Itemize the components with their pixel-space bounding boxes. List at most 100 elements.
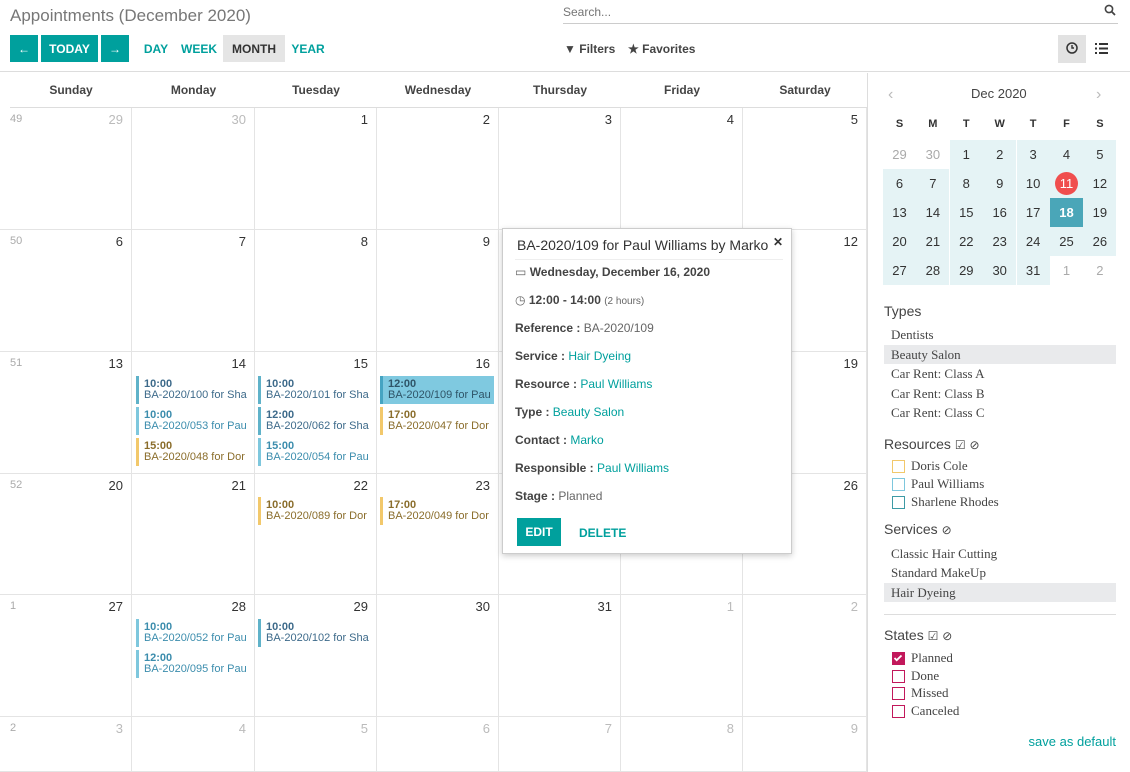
mini-day[interactable]: 1	[1050, 256, 1083, 285]
mini-day[interactable]: 7	[916, 169, 950, 198]
day-cell[interactable]: 31	[499, 595, 621, 717]
clear-icon[interactable]: ⊘	[969, 438, 979, 452]
calendar-event[interactable]: 10:00 BA-2020/100 for Sha	[136, 376, 250, 404]
checkbox[interactable]	[892, 669, 905, 683]
calendar-event[interactable]: 12:00 BA-2020/062 for Sha	[258, 407, 372, 435]
day-cell[interactable]: 29	[255, 595, 377, 717]
search-input[interactable]	[563, 2, 1083, 22]
resource-link[interactable]: Paul Williams	[580, 377, 652, 391]
resource-filter-item[interactable]: Sharlene Rhodes	[892, 494, 999, 510]
mini-day-today[interactable]: 11	[1050, 169, 1083, 198]
state-filter-item[interactable]: Planned	[892, 650, 953, 666]
mini-day[interactable]: 30	[916, 140, 949, 169]
mini-day[interactable]: 21	[916, 227, 950, 256]
mini-day[interactable]: 17	[1016, 198, 1050, 227]
day-cell[interactable]: 22	[255, 474, 377, 595]
calendar-event[interactable]: 12:00 BA-2020/095 for Pau	[136, 650, 250, 678]
day-cell[interactable]: 1	[255, 108, 377, 230]
day-cell[interactable]: 6 50	[0, 230, 132, 352]
day-cell[interactable]: 29 49	[0, 108, 132, 230]
day-cell[interactable]: 20 52	[0, 474, 132, 595]
list-view-button[interactable]	[1087, 35, 1115, 63]
state-filter-item[interactable]: Done	[892, 668, 939, 684]
mini-day[interactable]: 13	[883, 198, 916, 227]
day-cell[interactable]: 21	[132, 474, 255, 595]
type-filter-item[interactable]: Car Rent: Class B	[884, 384, 1116, 403]
mini-prev-button[interactable]: ‹	[888, 86, 893, 104]
day-cell[interactable]: 4	[621, 108, 743, 230]
type-link[interactable]: Beauty Salon	[553, 405, 624, 419]
checkbox[interactable]	[892, 477, 905, 491]
check-all-icon[interactable]: ☑	[928, 629, 939, 643]
day-cell[interactable]: 30	[377, 595, 499, 717]
mini-day[interactable]: 16	[983, 198, 1017, 227]
mini-day[interactable]: 10	[1016, 169, 1050, 198]
search-icon[interactable]	[1104, 4, 1116, 19]
day-cell[interactable]: 7	[132, 230, 255, 352]
mini-day[interactable]: 6	[883, 169, 916, 198]
day-cell[interactable]: 5	[255, 717, 377, 772]
mini-day[interactable]: 19	[1083, 198, 1117, 227]
contact-link[interactable]: Marko	[570, 433, 603, 447]
filters-button[interactable]: ▼ Filters	[564, 42, 615, 56]
mini-day[interactable]: 25	[1050, 227, 1083, 256]
mini-day[interactable]: 29	[949, 256, 983, 285]
scale-day-button[interactable]: DAY	[137, 35, 175, 62]
mini-day[interactable]: 28	[916, 256, 950, 285]
service-filter-item[interactable]: Standard MakeUp	[884, 563, 1116, 582]
calendar-event[interactable]: 17:00 BA-2020/049 for Dor	[380, 497, 494, 525]
service-filter-item[interactable]: Hair Dyeing	[884, 583, 1116, 602]
day-cell[interactable]: 8	[255, 230, 377, 352]
clear-icon[interactable]: ⊘	[942, 523, 952, 537]
calendar-event[interactable]: 10:00 BA-2020/101 for Sha	[258, 376, 372, 404]
save-as-default-link[interactable]: save as default	[1029, 734, 1116, 749]
mini-day[interactable]: 20	[883, 227, 916, 256]
resource-filter-item[interactable]: Paul Williams	[892, 476, 984, 492]
next-button[interactable]: →	[101, 35, 129, 62]
calendar-event[interactable]: 15:00 BA-2020/048 for Dor	[136, 438, 250, 466]
day-cell[interactable]: 27 1	[0, 595, 132, 717]
mini-day[interactable]: 3	[1016, 140, 1050, 169]
type-filter-item[interactable]: Car Rent: Class C	[884, 403, 1116, 422]
mini-day[interactable]: 1	[949, 140, 983, 169]
mini-day[interactable]: 31	[1016, 256, 1050, 285]
calendar-event[interactable]: 15:00 BA-2020/054 for Pau	[258, 438, 372, 466]
mini-day[interactable]: 4	[1050, 140, 1083, 169]
mini-day[interactable]: 5	[1083, 140, 1117, 169]
checkbox[interactable]	[892, 704, 905, 718]
type-filter-item[interactable]: Car Rent: Class A	[884, 364, 1116, 383]
mini-day[interactable]: 24	[1016, 227, 1050, 256]
day-cell[interactable]: 2	[743, 595, 867, 717]
clear-icon[interactable]: ⊘	[942, 629, 952, 643]
day-cell[interactable]: 8	[621, 717, 743, 772]
calendar-view-button[interactable]	[1058, 35, 1086, 63]
mini-day[interactable]: 15	[949, 198, 983, 227]
mini-day[interactable]: 27	[883, 256, 916, 285]
mini-day[interactable]: 12	[1083, 169, 1117, 198]
calendar-event[interactable]: 10:00 BA-2020/089 for Dor	[258, 497, 372, 525]
close-icon[interactable]: ✕	[773, 235, 783, 249]
state-filter-item[interactable]: Canceled	[892, 703, 959, 719]
search-bar[interactable]	[563, 2, 1118, 24]
day-cell[interactable]: 3	[499, 108, 621, 230]
checkbox[interactable]	[892, 495, 905, 509]
checkbox[interactable]	[892, 686, 905, 700]
mini-day[interactable]: 26	[1083, 227, 1117, 256]
mini-day[interactable]: 2	[1083, 256, 1116, 285]
checkbox[interactable]	[892, 459, 905, 473]
favorites-button[interactable]: ★ Favorites	[628, 42, 695, 56]
day-cell[interactable]: 4	[132, 717, 255, 772]
service-link[interactable]: Hair Dyeing	[568, 349, 631, 363]
mini-day[interactable]: 9	[983, 169, 1017, 198]
delete-button[interactable]: DELETE	[579, 526, 626, 540]
calendar-event-selected[interactable]: 12:00 BA-2020/109 for Pau	[380, 376, 494, 404]
mini-day[interactable]: 23	[983, 227, 1017, 256]
day-cell[interactable]: 9	[743, 717, 867, 772]
scale-year-button[interactable]: YEAR	[287, 35, 329, 62]
calendar-event[interactable]: 17:00 BA-2020/047 for Dor	[380, 407, 494, 435]
mini-day[interactable]: 30	[983, 256, 1017, 285]
mini-day[interactable]: 2	[983, 140, 1017, 169]
resource-filter-item[interactable]: Doris Cole	[892, 458, 968, 474]
state-filter-item[interactable]: Missed	[892, 685, 949, 701]
calendar-event[interactable]: 10:00 BA-2020/102 for Sha	[258, 619, 372, 647]
